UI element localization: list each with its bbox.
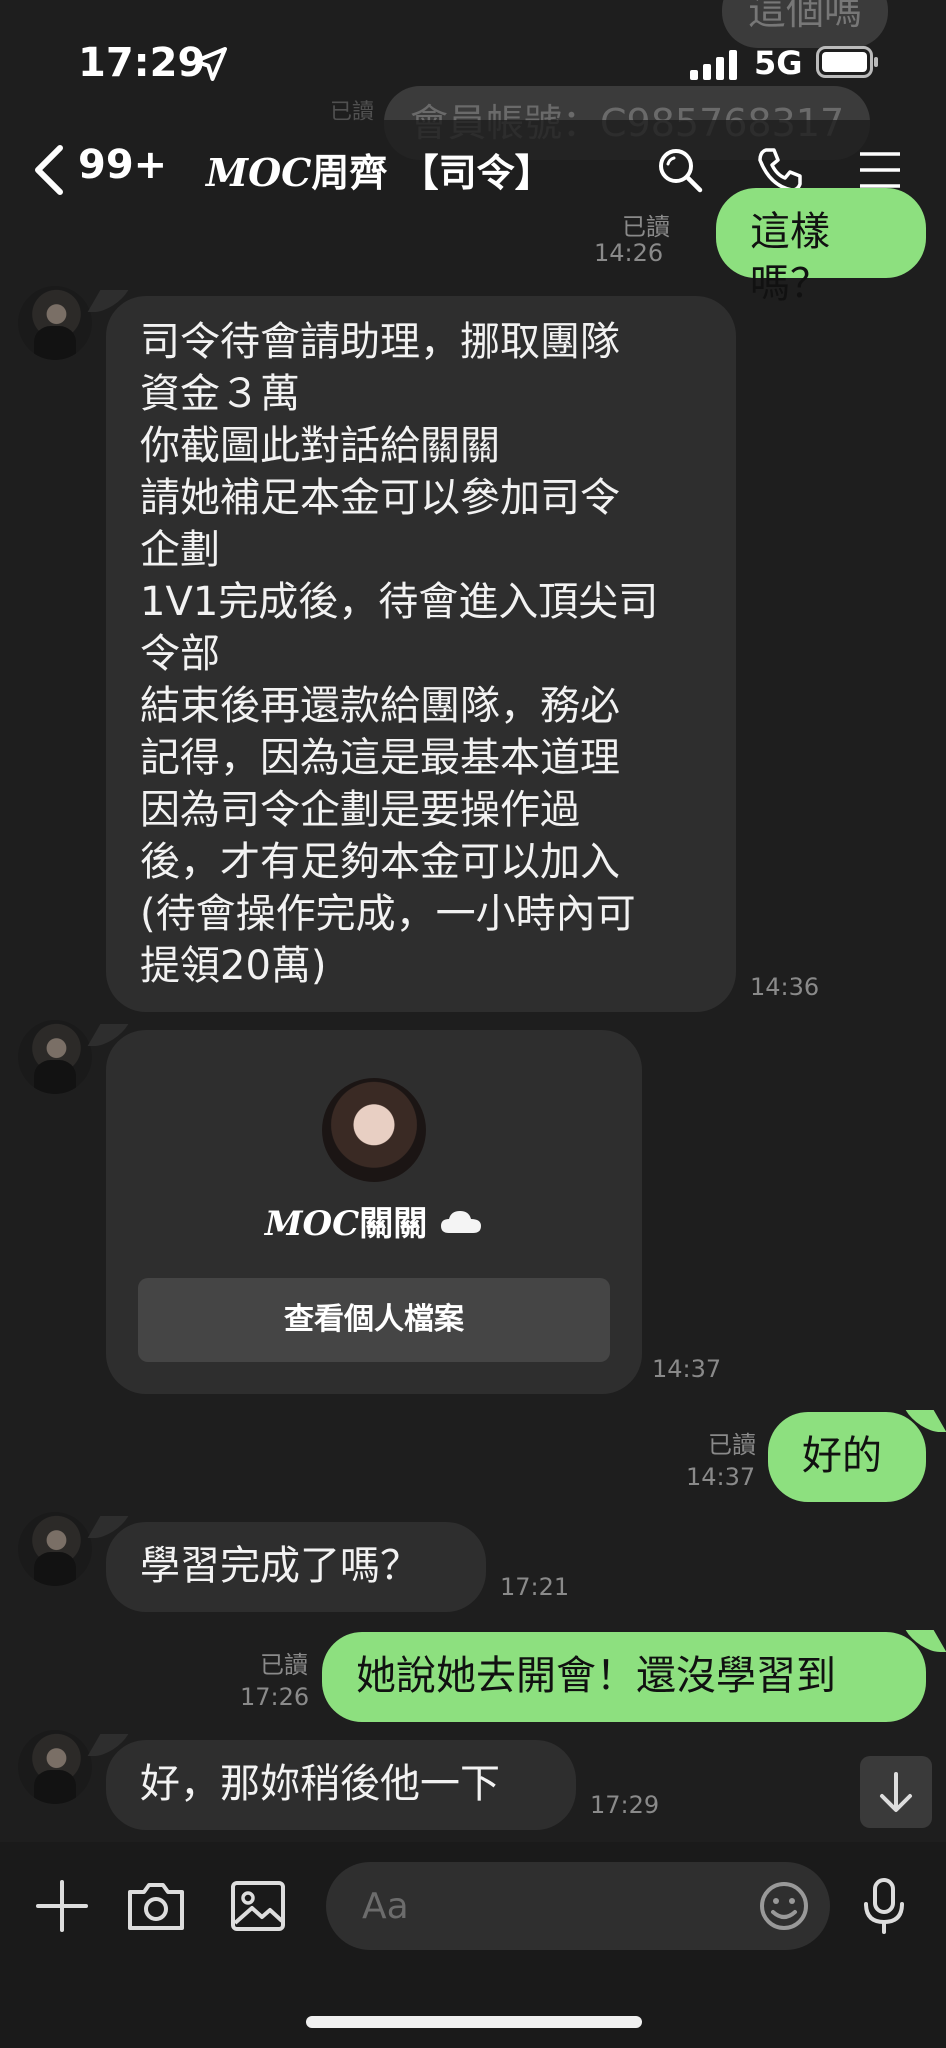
profile-name: MOC關關 — [106, 1198, 642, 1250]
message-text: 這樣嗎？ — [750, 209, 830, 307]
outgoing-message[interactable]: 她說她去開會！還沒學習到 — [322, 1632, 926, 1722]
signal-icon — [690, 50, 737, 80]
message-text: 學習完成了嗎？ — [140, 1543, 420, 1589]
status-time: 17:29 — [78, 40, 206, 86]
profile-card[interactable]: MOC關關 查看個人檔案 — [106, 1030, 642, 1394]
chat-title-text: 周齊 【司令】 — [311, 151, 553, 195]
message-time: 17:21 — [500, 1573, 570, 1601]
sender-avatar[interactable] — [18, 1730, 92, 1804]
sender-avatar[interactable] — [18, 286, 92, 360]
network-label: 5G — [754, 44, 803, 82]
arrow-down-icon — [880, 1772, 912, 1812]
microphone-icon[interactable] — [852, 1874, 916, 1938]
profile-photo[interactable] — [322, 1078, 426, 1182]
outgoing-message[interactable]: 這樣嗎？ — [716, 188, 926, 307]
chat-title: MOC周齊 【司令】 — [206, 142, 553, 197]
message-time: 14:37 — [652, 1355, 722, 1383]
message-time: 17:29 — [590, 1791, 660, 1819]
incoming-message[interactable]: 學習完成了嗎？ — [106, 1522, 486, 1612]
message-text: 好的 — [802, 1433, 882, 1479]
read-receipt: 已讀 — [260, 1651, 308, 1679]
view-profile-button[interactable]: 查看個人檔案 — [138, 1278, 610, 1362]
chevron-left-icon[interactable] — [30, 144, 70, 196]
status-bar: 17:29 5G — [0, 0, 946, 120]
location-arrow-icon — [193, 47, 227, 81]
message-time: 14:26 — [594, 239, 664, 267]
image-icon[interactable] — [226, 1874, 290, 1938]
message-time: 14:37 — [686, 1463, 756, 1491]
emoji-icon[interactable] — [752, 1874, 816, 1938]
camera-icon[interactable] — [124, 1874, 188, 1938]
outgoing-message[interactable]: 好的 — [768, 1412, 926, 1502]
battery-icon — [816, 46, 878, 78]
profile-name-text: 關關 — [359, 1204, 428, 1244]
sender-avatar[interactable] — [18, 1020, 92, 1094]
search-icon[interactable] — [652, 142, 708, 198]
incoming-message[interactable]: 好，那妳稍後他一下 — [106, 1740, 576, 1830]
sender-avatar[interactable] — [18, 1512, 92, 1586]
scroll-to-bottom-button[interactable] — [860, 1756, 932, 1828]
home-indicator — [306, 2016, 642, 2028]
message-time: 14:36 — [750, 973, 820, 1001]
input-bar — [0, 1842, 946, 2048]
profile-name-brand: MOC — [264, 1204, 360, 1244]
read-receipt: 已讀 — [708, 1431, 756, 1459]
chat-title-brand: MOC — [206, 150, 312, 195]
message-text: 好，那妳稍後他一下 — [140, 1761, 500, 1807]
back-unread-count[interactable]: 99+ — [78, 142, 167, 188]
message-time: 17:26 — [240, 1683, 310, 1711]
message-text: 司令待會請助理，挪取團隊 資金３萬 你截圖此對話給關關 請她補足本金可以參加司令… — [140, 319, 659, 989]
message-text: 她說她去開會！還沒學習到 — [356, 1653, 836, 1699]
plus-icon[interactable] — [30, 1874, 94, 1938]
incoming-message[interactable]: 司令待會請助理，挪取團隊 資金３萬 你截圖此對話給關關 請她補足本金可以參加司令… — [106, 296, 736, 1012]
cloud-icon — [441, 1211, 482, 1233]
